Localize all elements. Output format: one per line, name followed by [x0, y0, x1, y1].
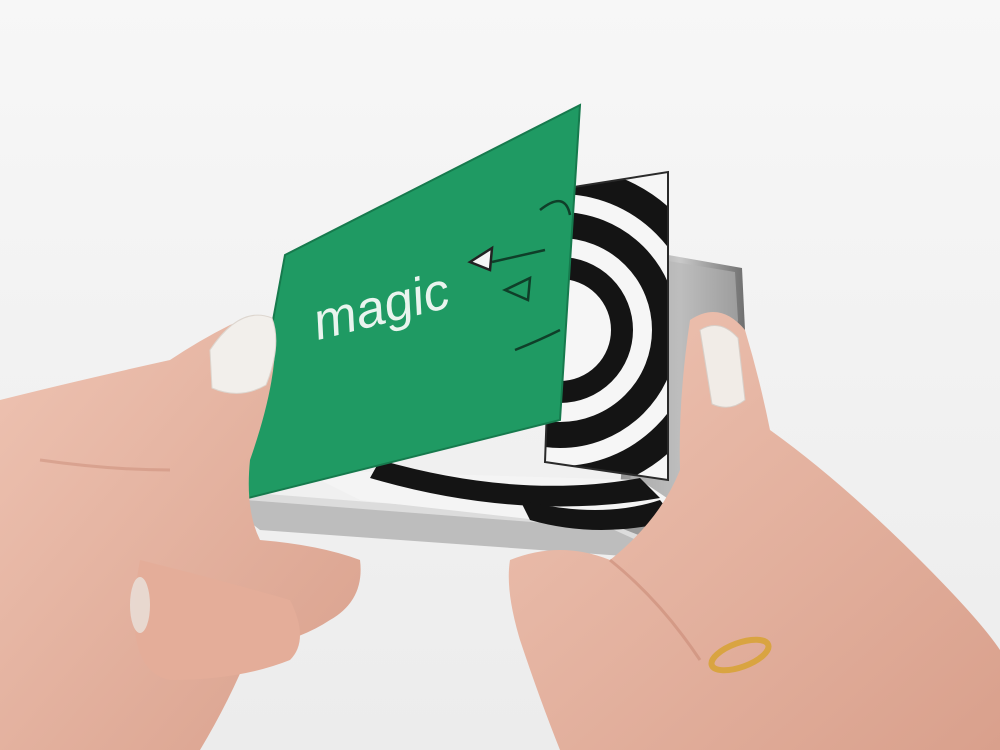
flipbook-photo: magic	[0, 0, 1000, 750]
knuckle-ring	[130, 577, 150, 633]
photo-scene: magic	[0, 0, 1000, 750]
